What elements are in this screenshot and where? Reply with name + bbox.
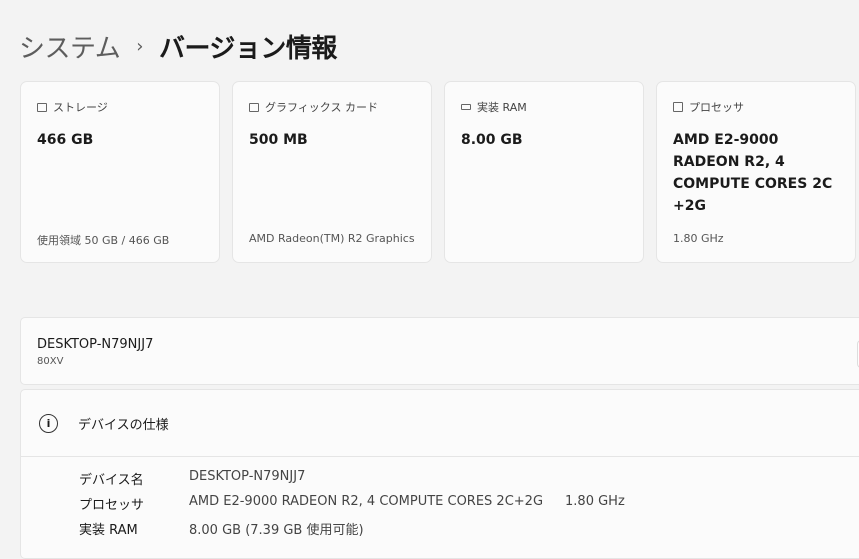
spec-key: プロセッサ	[79, 498, 145, 513]
info-icon: i	[39, 413, 58, 433]
card-label: 実装 RAM	[477, 101, 527, 114]
device-model: 80XV	[37, 356, 64, 367]
chevron-right-icon: ›	[136, 36, 143, 57]
spec-value: DESKTOP-N79NJJ7	[189, 469, 306, 484]
card-value: 466 GB	[37, 132, 94, 148]
spec-value: AMD E2-9000 RADEON R2, 4 COMPUTE CORES 2…	[189, 494, 544, 509]
device-spec-panel: i デバイスの仕様 デバイス名 DESKTOP-N79NJJ7 プロセッサ AMD …	[20, 389, 859, 559]
spec-row: 実装 RAM 8.00 GB (7.39 GB 使用可能)	[79, 519, 364, 538]
card-label: ストレージ	[53, 101, 108, 114]
card-label: グラフィックス カード	[265, 101, 378, 114]
spec-value: 8.00 GB (7.39 GB 使用可能)	[189, 523, 364, 538]
ram-card: 実装 RAM 8.00 GB	[444, 81, 644, 263]
spec-extra: 1.80 GHz	[565, 494, 625, 509]
card-sub: AMD Radeon(TM) R2 Graphics	[249, 232, 415, 245]
storage-icon	[37, 102, 47, 112]
card-value: AMD E2-9000 RADEON R2, 4 COMPUTE CORES 2…	[673, 132, 833, 214]
graphics-card: グラフィックス カード 500 MB AMD Radeon(TM) R2 Gra…	[232, 81, 432, 263]
page-title: バージョン情報	[158, 34, 337, 64]
card-sub: 使用領域 50 GB / 466 GB	[37, 234, 170, 247]
spec-title: デバイスの仕様	[78, 417, 169, 433]
breadcrumb: システム › バージョン情報	[19, 28, 337, 65]
breadcrumb-system[interactable]: システム	[19, 28, 121, 65]
spec-key: デバイス名	[79, 473, 144, 488]
card-value: 8.00 GB	[461, 132, 523, 148]
display-icon	[249, 102, 259, 112]
processor-card: プロセッサ AMD E2-9000 RADEON R2, 4 COMPUTE C…	[656, 81, 856, 263]
spec-key: 実装 RAM	[79, 523, 138, 538]
card-sub: 1.80 GHz	[673, 232, 724, 245]
device-panel: DESKTOP-N79NJJ7 80XV	[20, 317, 859, 385]
card-value: 500 MB	[249, 132, 308, 148]
memory-icon	[461, 104, 471, 110]
spec-header[interactable]: i デバイスの仕様	[21, 390, 859, 457]
spec-row: プロセッサ AMD E2-9000 RADEON R2, 4 COMPUTE CO…	[79, 494, 625, 513]
storage-card: ストレージ 466 GB 使用領域 50 GB / 466 GB	[20, 81, 220, 263]
device-name: DESKTOP-N79NJJ7	[37, 337, 154, 352]
spec-row: デバイス名 DESKTOP-N79NJJ7	[79, 469, 305, 488]
card-label: プロセッサ	[689, 101, 744, 114]
cpu-icon	[673, 102, 683, 112]
